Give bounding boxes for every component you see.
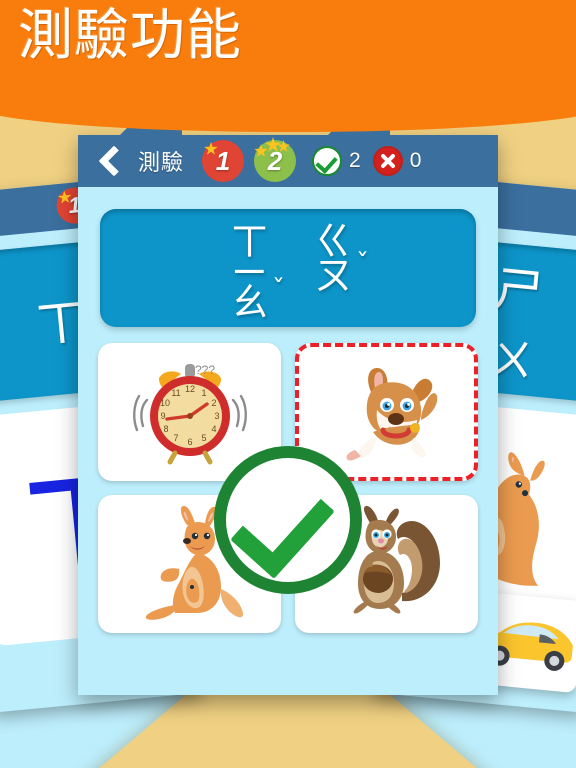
svg-text:2: 2 [211, 398, 216, 408]
check-icon [312, 146, 343, 176]
question-box: ㄒㄧㄠ ˇ ㄍㄡ ˇ [100, 209, 476, 327]
back-icon[interactable] [94, 146, 124, 176]
header-banner: 測驗功能 [0, 0, 576, 132]
zhuyin-tone-1: ˇ [272, 275, 285, 306]
page-title: 測驗 [138, 150, 185, 175]
correct-count: 2 [349, 149, 361, 172]
svg-text:4: 4 [211, 424, 216, 434]
zhuyin-syllable-1: ㄒㄧㄠ ˇ [224, 220, 285, 316]
svg-text:1: 1 [201, 388, 206, 398]
zhuyin-reading: ㄒㄧㄠ ˇ ㄍㄡ ˇ [224, 220, 369, 316]
level-badge-2[interactable]: 2 [254, 137, 297, 182]
svg-text:3: 3 [214, 411, 219, 421]
score-area: 2 0 [312, 146, 421, 176]
svg-text:8: 8 [163, 424, 168, 434]
side-right-zhuyin-1: ㄕ [490, 259, 547, 322]
zhuyin-base-2: ㄍㄡ [308, 220, 352, 289]
svg-text:7: 7 [173, 433, 178, 443]
quiz-topbar: 測驗 1 2 2 0 [78, 135, 498, 187]
quiz-card: 測驗 1 2 2 0 ㄒㄧㄠ ˇ ㄍㄡ ˇ 12 1 2 3 4 5 6 7 8… [78, 119, 498, 695]
app-stage: 1 2 ㄒ ㄒ 1 ㄕ ㄨ [0, 0, 576, 768]
level-badge-1[interactable]: 1 [202, 140, 245, 182]
banner-title: 測驗功能 [18, 4, 243, 66]
svg-text:11: 11 [171, 388, 180, 398]
star-icon [254, 144, 268, 157]
svg-text:9: 9 [160, 411, 165, 421]
wrong-count: 0 [409, 149, 422, 172]
svg-text:6: 6 [187, 437, 192, 447]
svg-text:5: 5 [201, 433, 206, 443]
alarm-clock-icon: 12 12 345 678 91011 ??? [132, 363, 247, 465]
zhuyin-tone-2: ˇ [356, 248, 369, 279]
badge-value: 1 [215, 145, 231, 176]
svg-text:10: 10 [159, 398, 169, 408]
svg-text:12: 12 [184, 384, 194, 394]
zhuyin-syllable-2: ㄍㄡ ˇ [308, 220, 369, 289]
dog-icon [345, 368, 437, 461]
cross-icon [372, 146, 403, 176]
zhuyin-base-1: ㄒㄧㄠ [224, 220, 268, 316]
svg-text:???: ??? [195, 363, 215, 377]
result-check-icon [214, 446, 362, 594]
